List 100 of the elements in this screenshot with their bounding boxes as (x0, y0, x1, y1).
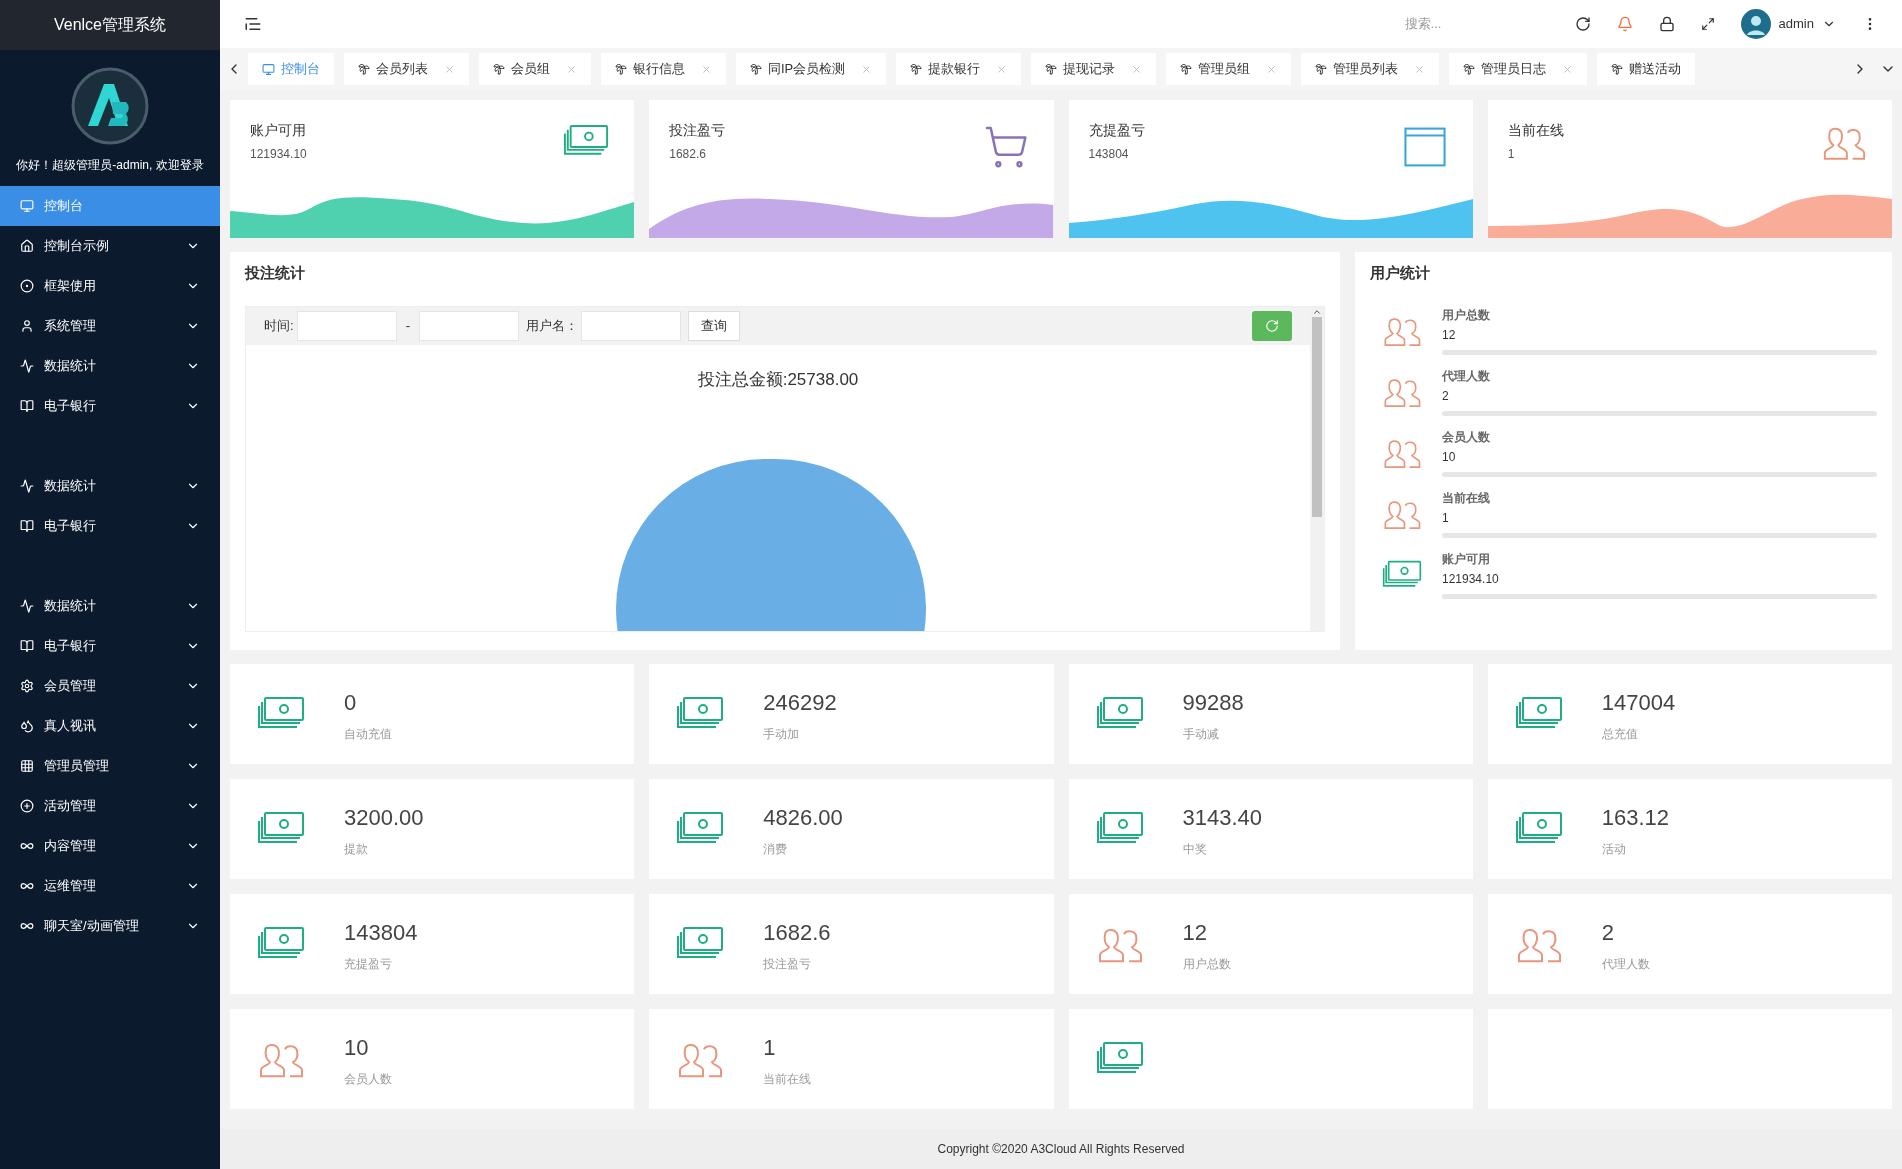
tab[interactable]: 提款银行 (896, 53, 1022, 85)
tab[interactable]: 会员组 (479, 53, 591, 85)
close-icon[interactable] (996, 63, 1008, 75)
panel-title: 用户统计 (1370, 262, 1431, 283)
sidebar-item[interactable]: 真人视讯 (0, 706, 220, 746)
close-icon[interactable] (566, 63, 577, 75)
sidebar-item[interactable]: 数据统计 (0, 346, 220, 386)
separator-text: - (405, 317, 410, 336)
menu-item-icon (20, 319, 34, 333)
tab[interactable]: 控制台 (248, 53, 334, 85)
scroll-up-icon[interactable] (1312, 307, 1322, 317)
bell-icon[interactable] (1616, 16, 1633, 32)
stat-value: 1682.6 (763, 918, 831, 947)
sidebar-item[interactable]: 数据统计 (0, 466, 220, 506)
menu-icon[interactable] (244, 15, 262, 33)
end-date-field[interactable] (418, 311, 519, 341)
field-label: 时间: (264, 317, 294, 336)
palm-icon (615, 63, 627, 75)
palm-icon (1180, 63, 1193, 75)
money-icon (1382, 559, 1422, 590)
card-title: 投注盈亏 (669, 121, 726, 140)
palm-icon (910, 63, 923, 75)
stat-value: 3200.00 (344, 803, 424, 832)
sidebar-item[interactable]: 内容管理 (0, 826, 220, 866)
stat-value: 99288 (1182, 688, 1244, 717)
stat-label: 手动减 (1182, 725, 1220, 743)
stat-label: 代理人数 (1442, 368, 1491, 385)
monitor-icon (262, 62, 275, 76)
tab[interactable]: 管理员列表 (1301, 53, 1440, 85)
fullscreen-icon[interactable] (1700, 17, 1715, 31)
app-title: Venlce管理系统 (0, 0, 220, 50)
sidebar-item[interactable]: 电子银行 (0, 506, 220, 546)
tab[interactable]: 提现记录 (1031, 53, 1157, 85)
close-icon[interactable] (1414, 63, 1426, 75)
stat-label: 账户可用 (1442, 551, 1491, 568)
sidebar-item[interactable]: 电子银行 (0, 386, 220, 426)
sidebar-item[interactable]: 系统管理 (0, 306, 220, 346)
menu-item-icon (20, 359, 34, 373)
lock-icon[interactable] (1658, 16, 1675, 32)
menu-item-icon (20, 599, 34, 613)
sidebar-item[interactable]: 聊天室/动画管理 (0, 906, 220, 946)
stat-value: 147004 (1601, 688, 1676, 717)
user-name[interactable]: admin (1778, 14, 1814, 34)
card-title: 当前在线 (1507, 121, 1564, 140)
menu-item-icon (20, 759, 34, 773)
menu-item-icon (20, 719, 34, 733)
refresh-icon[interactable] (1574, 16, 1591, 32)
tab[interactable]: 会员列表 (344, 53, 469, 85)
menu-item-icon (20, 519, 34, 533)
close-icon[interactable] (861, 63, 873, 75)
close-icon[interactable] (444, 63, 455, 75)
sidebar-item[interactable]: 会员管理 (0, 666, 220, 706)
palm-icon (750, 63, 762, 75)
palm-icon (1463, 63, 1476, 75)
stat-label: 中奖 (1182, 840, 1208, 858)
refresh-icon (1265, 319, 1279, 333)
search-field[interactable]: 搜索... (1404, 14, 1555, 34)
stat-value: 121934.10 (1442, 571, 1500, 588)
sidebar-item[interactable]: 电子银行 (0, 626, 220, 666)
stat-label: 用户总数 (1182, 955, 1231, 973)
close-icon[interactable] (701, 63, 712, 75)
scrollbar-thumb[interactable] (1312, 317, 1322, 517)
query-button[interactable]: 查询 (687, 311, 740, 341)
tab[interactable]: 管理员日志 (1449, 53, 1588, 85)
stat-value: 163.12 (1601, 803, 1670, 832)
tab[interactable]: 赠送活动 (1597, 53, 1696, 85)
sidebar-item[interactable]: 控制台示例 (0, 226, 220, 266)
logo-icon (70, 66, 150, 146)
card-value: 1 (1507, 146, 1516, 163)
palm-icon (1611, 63, 1624, 75)
palm-icon (1315, 63, 1328, 75)
menu-item-icon (20, 239, 34, 253)
sidebar-item[interactable]: 框架使用 (0, 266, 220, 306)
refresh-button[interactable] (1252, 311, 1292, 341)
stat-value: 10 (344, 1033, 370, 1062)
close-icon[interactable] (1266, 63, 1278, 75)
field-label: 用户名： (525, 317, 578, 336)
stat-label: 活动 (1601, 840, 1627, 858)
footer-text: Copyright ©2020 A3Cloud All Rights Reserved (220, 1129, 1902, 1169)
stat-value: 3143.40 (1182, 803, 1263, 832)
sidebar-item[interactable]: 活动管理 (0, 786, 220, 826)
stat-value: 1 (763, 1033, 777, 1062)
start-date-field[interactable] (296, 311, 397, 341)
close-icon[interactable] (1562, 63, 1574, 75)
menu-item-icon (20, 399, 34, 413)
tab[interactable]: 银行信息 (601, 53, 726, 85)
sidebar-item[interactable]: 管理员管理 (0, 746, 220, 786)
palm-icon (493, 63, 505, 75)
username-field[interactable] (580, 311, 681, 341)
avatar-icon[interactable] (1740, 9, 1771, 39)
sidebar-item[interactable]: 数据统计 (0, 586, 220, 626)
sidebar-item[interactable]: 运维管理 (0, 866, 220, 906)
close-icon[interactable] (1131, 63, 1143, 75)
panel-title: 投注统计 (245, 262, 306, 283)
tab[interactable]: 管理员组 (1166, 53, 1292, 85)
tab[interactable]: 同IP会员检测 (736, 53, 887, 85)
stat-label: 会员人数 (344, 1070, 392, 1088)
stat-value: 246292 (763, 688, 837, 717)
menu-item-icon (20, 639, 34, 653)
menu-item-icon (20, 799, 34, 813)
